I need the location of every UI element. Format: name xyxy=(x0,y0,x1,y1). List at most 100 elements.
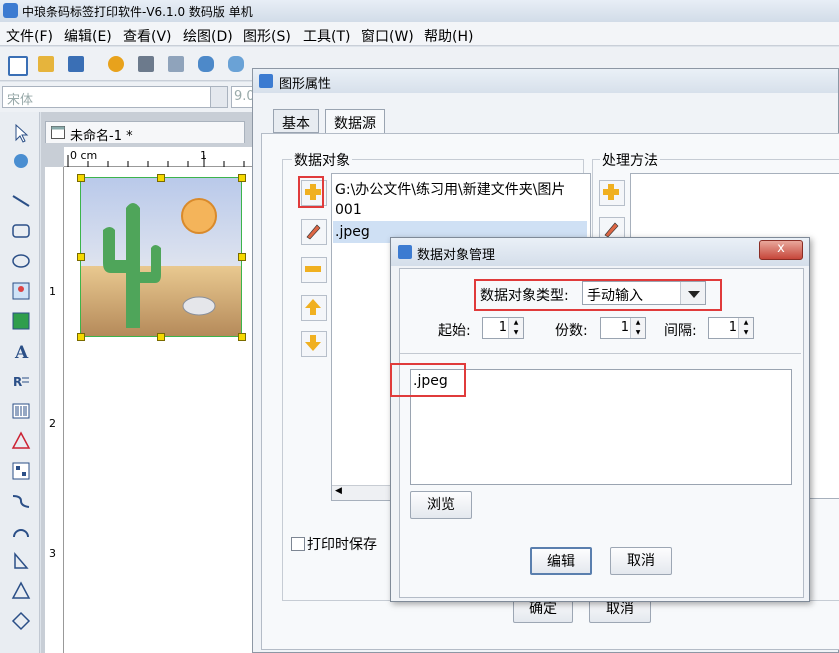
spin-up-icon[interactable]: ▲ xyxy=(738,318,753,328)
menu-bar: 文件(F) 编辑(E) 查看(V) 绘图(D) 图形(S) 工具(T) 窗口(W… xyxy=(0,22,839,46)
cactus-image[interactable] xyxy=(80,177,242,337)
resize-handle[interactable] xyxy=(238,174,246,182)
dialog-app-icon xyxy=(398,245,412,259)
save-icon[interactable] xyxy=(68,56,84,72)
ruler-unit-label: 0 cm xyxy=(70,149,98,162)
cancel-button[interactable]: 取消 xyxy=(610,547,672,575)
font-family-select[interactable]: 宋体 xyxy=(2,86,228,108)
add-button-highlight xyxy=(298,176,324,208)
menu-edit[interactable]: 编辑(E) xyxy=(64,26,112,46)
svg-text:A: A xyxy=(14,343,29,362)
copies-label: 份数: xyxy=(555,323,588,339)
text-tool-icon[interactable]: A xyxy=(10,340,32,363)
resize-handle[interactable] xyxy=(157,333,165,341)
ruler-h-mark: 1 xyxy=(200,149,207,162)
browse-button[interactable]: 浏览 xyxy=(410,491,472,519)
database-icon[interactable] xyxy=(198,56,214,72)
richtext-tool-icon[interactable]: R xyxy=(10,370,32,392)
chevron-down-icon[interactable] xyxy=(210,87,227,107)
menu-help[interactable]: 帮助(H) xyxy=(424,26,473,46)
database-settings-icon[interactable] xyxy=(228,56,244,72)
resize-handle[interactable] xyxy=(77,333,85,341)
resize-handle[interactable] xyxy=(157,174,165,182)
save-on-print-label: 打印时保存 xyxy=(307,537,377,553)
cactus-picture xyxy=(81,178,241,336)
edit-button[interactable]: 编辑 xyxy=(530,547,592,575)
copies-spinner[interactable]: 1 ▲ ▼ xyxy=(600,317,646,339)
tab-datasource[interactable]: 数据源 xyxy=(325,109,385,133)
ellipse-tool-icon[interactable] xyxy=(10,250,32,272)
menu-view[interactable]: 查看(V) xyxy=(123,26,172,46)
list-item[interactable]: G:\办公文件\练习用\新建文件夹\图片 xyxy=(333,176,587,198)
new-icon[interactable] xyxy=(8,56,28,76)
menu-window[interactable]: 窗口(W) xyxy=(361,26,414,46)
diamond-tool-icon[interactable] xyxy=(10,610,32,632)
ruler-v-mark-2: 2 xyxy=(49,417,56,430)
document-title: 未命名-1 * xyxy=(70,129,133,144)
document-tab[interactable]: 未命名-1 * xyxy=(45,121,245,144)
triangle-tool-icon[interactable] xyxy=(10,580,32,602)
remove-data-object-button[interactable] xyxy=(301,257,327,283)
spin-down-icon[interactable]: ▼ xyxy=(630,328,645,338)
save-on-print-checkbox[interactable] xyxy=(291,537,305,551)
print-preview-icon[interactable] xyxy=(168,56,184,72)
open-folder-icon[interactable] xyxy=(38,56,54,72)
image-tool-icon[interactable] xyxy=(10,280,32,302)
settings-icon[interactable] xyxy=(108,56,124,72)
resize-handle[interactable] xyxy=(238,333,246,341)
rectangle-tool-icon[interactable] xyxy=(10,220,32,242)
data-text-area[interactable]: .jpeg xyxy=(410,369,792,485)
resize-handle[interactable] xyxy=(77,253,85,261)
font-family-value: 宋体 xyxy=(7,93,34,108)
pencil-icon xyxy=(306,224,321,240)
menu-tools[interactable]: 工具(T) xyxy=(303,26,350,46)
select-pointer-icon[interactable] xyxy=(10,122,32,144)
interval-spinner[interactable]: 1 ▲ ▼ xyxy=(708,317,754,339)
spin-up-icon[interactable]: ▲ xyxy=(508,318,523,328)
app-titlebar: 中琅条码标签打印软件-V6.1.0 数码版 单机 xyxy=(0,0,839,22)
arc-tool-icon[interactable] xyxy=(10,520,32,542)
edit-data-object-button[interactable] xyxy=(301,219,327,245)
app-logo-icon xyxy=(3,3,18,18)
ruler-v-mark-1: 1 xyxy=(49,285,56,298)
spin-down-icon[interactable]: ▼ xyxy=(508,328,523,338)
qrcode-tool-icon[interactable] xyxy=(10,430,32,452)
menu-draw[interactable]: 绘图(D) xyxy=(183,26,233,46)
curve-tool-icon[interactable] xyxy=(10,490,32,512)
spin-down-icon[interactable]: ▼ xyxy=(738,328,753,338)
scroll-left-icon[interactable]: ◀ xyxy=(335,486,342,496)
vertical-ruler: 1 2 3 xyxy=(45,167,64,653)
picture-tool-icon[interactable] xyxy=(10,310,32,332)
arrow-down-icon xyxy=(305,335,321,351)
start-spinner[interactable]: 1 ▲ ▼ xyxy=(482,317,524,339)
move-up-button[interactable] xyxy=(301,295,327,321)
move-down-button[interactable] xyxy=(301,331,327,357)
manager-panel: 数据对象类型: 手动输入 起始: 1 ▲ ▼ 份数: 1 ▲ ▼ 间隔: 1 ▲… xyxy=(390,268,804,598)
print-icon[interactable] xyxy=(138,56,154,72)
line-tool-icon[interactable] xyxy=(10,190,32,212)
spin-up-icon[interactable]: ▲ xyxy=(630,318,645,328)
font-row: 宋体 9.0 xyxy=(0,82,255,112)
menu-file[interactable]: 文件(F) xyxy=(6,26,53,46)
polygon-tool-icon[interactable] xyxy=(10,550,32,572)
matrix-code-icon[interactable] xyxy=(10,460,32,482)
dialog-title: 数据对象管理 xyxy=(417,248,496,263)
text-highlight xyxy=(390,363,466,397)
menu-shape[interactable]: 图形(S) xyxy=(243,26,291,46)
list-item[interactable]: 001 xyxy=(333,199,587,221)
resize-handle[interactable] xyxy=(238,253,246,261)
left-toolbox: A R xyxy=(0,112,40,653)
data-objects-label: 数据对象 xyxy=(292,150,352,170)
resize-handle[interactable] xyxy=(77,174,85,182)
pan-hand-icon[interactable] xyxy=(10,150,32,172)
tab-basic[interactable]: 基本 xyxy=(273,109,319,133)
interval-value: 1 xyxy=(728,320,737,335)
arrow-up-icon xyxy=(305,299,321,315)
close-button[interactable]: x xyxy=(759,240,803,260)
barcode-tool-icon[interactable] xyxy=(10,400,32,422)
copies-value: 1 xyxy=(620,320,629,335)
add-processing-button[interactable] xyxy=(599,180,625,206)
ruler-v-mark-3: 3 xyxy=(49,547,56,560)
minus-icon xyxy=(305,266,321,272)
horizontal-ruler: 0 cm 1 xyxy=(64,147,255,167)
